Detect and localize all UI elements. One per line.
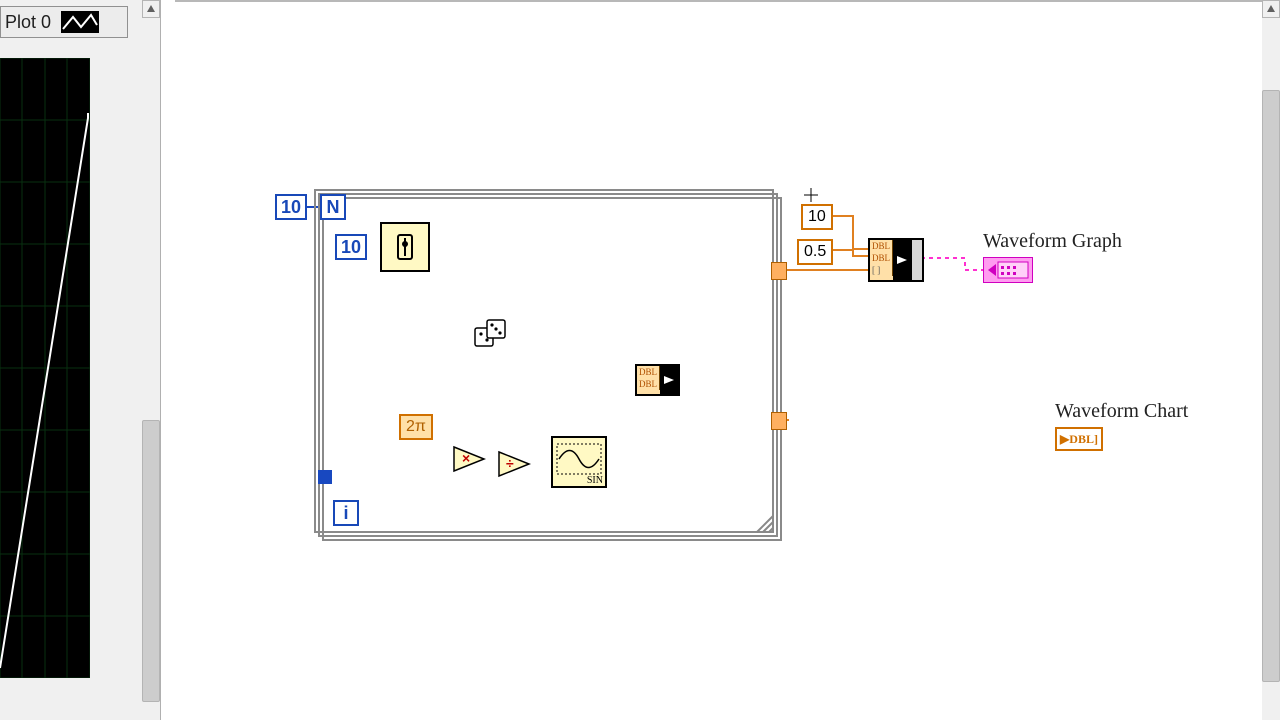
scrollbar-thumb[interactable] (1262, 90, 1280, 682)
plot-line-sample-icon (61, 11, 99, 33)
metronome-icon (390, 232, 420, 262)
auto-index-tunnel-top[interactable] (771, 262, 787, 280)
dice-icon (473, 316, 507, 350)
build-waveform-node[interactable]: DBL DBL [ ] (868, 238, 924, 282)
plot-legend-label: Plot 0 (1, 12, 55, 33)
loop-i-terminal[interactable]: i (333, 500, 359, 526)
svg-text:×: × (462, 450, 470, 466)
block-diagram[interactable]: 10 N i 10 2π × ÷ SIN (175, 0, 1262, 720)
waveform-chart-plot[interactable] (0, 58, 90, 678)
numeric-constant-wait-ms[interactable]: 10 (335, 234, 367, 260)
waveform-graph-label: Waveform Graph (983, 230, 1122, 253)
divide-node[interactable]: ÷ (498, 451, 530, 477)
waveform-graph-terminal-icon[interactable] (983, 257, 1033, 283)
sine-label: SIN (587, 475, 603, 486)
random-number-node[interactable] (473, 316, 507, 350)
shift-register-icon[interactable] (318, 470, 332, 484)
numeric-constant-dt[interactable]: 0.5 (797, 239, 833, 265)
loop-n-terminal[interactable]: N (320, 194, 346, 220)
waveform-chart-terminal-icon[interactable]: ▶DBL] (1055, 427, 1103, 451)
build-array-node[interactable]: DBL DBL (635, 364, 680, 396)
waveform-graph-indicator[interactable]: Waveform Graph (983, 230, 1122, 283)
array-append-icon (660, 366, 678, 394)
scroll-up-icon[interactable] (1262, 0, 1280, 18)
wiring-cursor-icon (804, 188, 818, 202)
waveform-chart-label: Waveform Chart (1055, 400, 1188, 423)
front-panel-strip: Plot 0 (0, 0, 161, 720)
bundle-output-icon (893, 240, 911, 280)
waveform-chart-indicator[interactable]: Waveform Chart ▶DBL] (1055, 400, 1188, 451)
plot-legend[interactable]: Plot 0 (0, 6, 128, 38)
svg-text:÷: ÷ (506, 455, 514, 471)
sine-node[interactable]: SIN (551, 436, 607, 488)
auto-index-tunnel-bottom[interactable] (771, 412, 787, 430)
numeric-constant-loop-count[interactable]: 10 (275, 194, 307, 220)
scrollbar-thumb[interactable] (142, 420, 160, 702)
diagram-scrollbar[interactable] (1262, 0, 1280, 720)
loop-resize-grip-icon[interactable] (755, 514, 775, 534)
two-pi-constant[interactable]: 2π (399, 414, 433, 440)
numeric-constant-t0[interactable]: 10 (801, 204, 833, 230)
wait-ms-node[interactable] (380, 222, 430, 272)
front-panel-scrollbar[interactable] (142, 0, 160, 720)
scroll-up-icon[interactable] (142, 0, 160, 18)
multiply-node[interactable]: × (453, 446, 485, 472)
